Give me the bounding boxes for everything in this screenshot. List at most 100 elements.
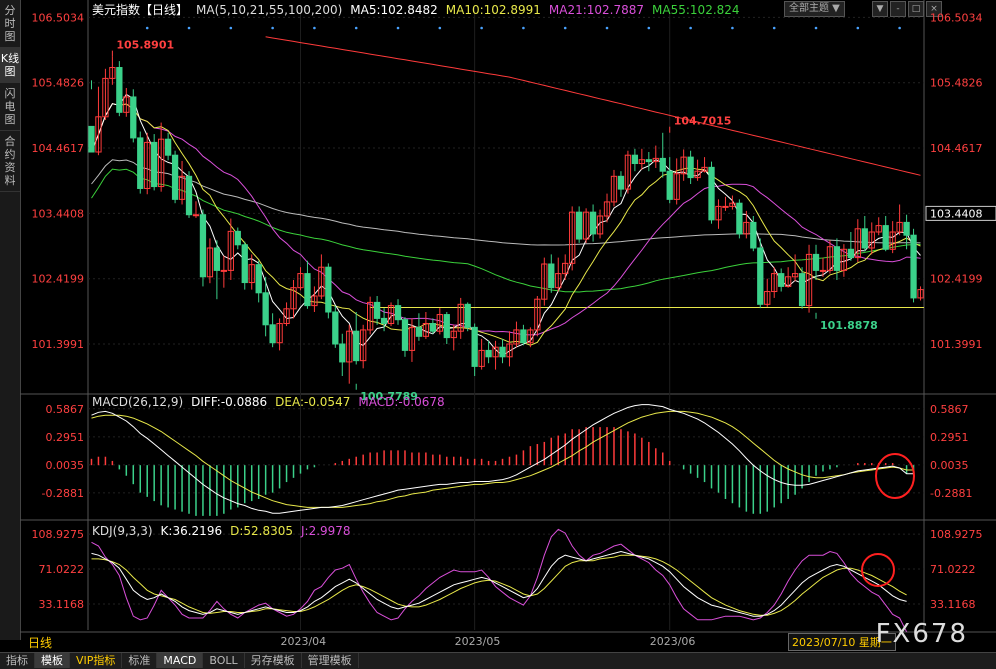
ma-value-ma55: MA55:102.824	[652, 3, 740, 17]
candle-body	[666, 170, 673, 200]
tab-indicator[interactable]: 指标	[0, 653, 35, 668]
kdj-legend-k: K:36.2196	[161, 524, 223, 538]
candle-body	[151, 141, 158, 188]
y-tick-left: 101.3991	[32, 338, 85, 351]
signal-dot	[563, 26, 567, 30]
candle-body	[199, 214, 207, 278]
candle-body	[353, 330, 360, 362]
y-tick-right: 71.0222	[930, 563, 976, 576]
candle-body	[241, 244, 248, 284]
y-tick-right: 102.4199	[930, 273, 983, 286]
candle-body	[903, 221, 910, 236]
k-line	[91, 550, 907, 617]
candle-body	[847, 248, 854, 259]
candle-body	[812, 253, 820, 271]
signal-dot	[898, 26, 901, 30]
highlight-circle	[861, 553, 895, 587]
candle-body	[750, 221, 757, 249]
y-tick-right: 108.9275	[930, 528, 983, 541]
candle-body	[778, 273, 785, 287]
signal-dot	[856, 26, 860, 30]
macd-legend-macd: MACD:-0.0678	[358, 395, 444, 409]
tab-boll[interactable]: BOLL	[203, 653, 245, 668]
signal-dot	[689, 26, 692, 30]
candle-body	[499, 346, 506, 358]
signal-dot	[229, 26, 233, 30]
current-price-label: 103.4408	[930, 207, 983, 220]
ma100-line	[91, 159, 921, 246]
signal-dot	[145, 26, 149, 30]
j-line	[91, 528, 908, 633]
tab-save-template[interactable]: 另存模板	[245, 653, 302, 668]
signal-dot	[522, 26, 525, 30]
candle-body	[708, 166, 715, 221]
y-tick-right: 0.5867	[930, 403, 969, 416]
candle-body	[171, 154, 179, 200]
y-tick-left: 0.5867	[46, 403, 85, 416]
candle-body	[339, 343, 346, 363]
tab-standard[interactable]: 标准	[122, 653, 158, 668]
y-tick-left: 104.4617	[32, 142, 85, 155]
signal-dot	[271, 26, 274, 30]
candle-body	[485, 349, 492, 358]
candle-body	[882, 225, 889, 250]
candle-body	[722, 205, 729, 208]
candle-body	[589, 211, 597, 235]
candle-body	[576, 211, 583, 240]
extreme-label: 105.8901	[116, 39, 174, 52]
candle-body	[255, 264, 262, 294]
candle-body	[631, 154, 639, 165]
y-tick-right: -0.2881	[930, 487, 972, 500]
candle-body	[269, 324, 276, 344]
signal-dot	[313, 26, 316, 30]
ma5-line	[91, 93, 921, 357]
signal-dot	[814, 26, 818, 30]
macd-legend-diff: DIFF:-0.0886	[191, 395, 267, 409]
y-tick-left: 108.9275	[32, 528, 85, 541]
y-tick-left: 102.4199	[32, 273, 85, 286]
candle-body	[220, 269, 227, 272]
signal-dot	[354, 26, 358, 30]
candle-body	[833, 246, 841, 271]
candle-body	[910, 234, 917, 299]
chart-title: 美元指数【日线】	[92, 2, 188, 17]
candle-body	[192, 214, 200, 217]
kdj-panel	[91, 528, 908, 633]
candle-body	[401, 319, 409, 351]
extreme-label: 104.7015	[674, 115, 732, 128]
candle-body	[325, 266, 332, 313]
macd-panel	[90, 404, 915, 516]
extreme-label: 101.8878	[820, 319, 878, 332]
candle-body	[819, 269, 827, 272]
signal-dot	[396, 26, 400, 30]
ma-legend: MA(5,10,21,55,100,200)	[196, 3, 342, 17]
candle-body	[861, 228, 868, 249]
candle-body	[645, 159, 652, 163]
chart-canvas[interactable]: 105.8901100.7789104.7015101.8878 106.503…	[0, 0, 996, 669]
candle-body	[736, 202, 743, 235]
y-tick-left: 106.5034	[32, 11, 85, 24]
tab-vip-indicator[interactable]: VIP指标	[70, 653, 123, 668]
tab-template[interactable]: 模板	[35, 653, 70, 668]
ma-value-ma5: MA5:102.8482	[350, 3, 438, 17]
candle-body	[757, 247, 764, 305]
tab-manage-template[interactable]: 管理模板	[302, 653, 359, 668]
candle-body	[88, 125, 95, 153]
candle-body	[234, 230, 241, 246]
y-tick-right: 101.3991	[930, 338, 983, 351]
candle-body	[137, 137, 144, 189]
candle-body	[373, 301, 381, 319]
highlight-circle	[875, 453, 915, 499]
watermark: FX678	[875, 619, 968, 649]
signal-dot	[187, 26, 191, 30]
candle-body	[464, 303, 471, 328]
y-tick-left: 0.0035	[46, 459, 85, 472]
x-tick-label: 2023/05	[455, 635, 501, 648]
timeframe-label[interactable]: 日线	[28, 634, 52, 651]
candle-body	[130, 96, 137, 139]
signal-dot	[647, 26, 651, 30]
ma10-line	[91, 103, 921, 346]
candle-body	[617, 175, 625, 190]
candle-body	[262, 292, 269, 326]
tab-macd[interactable]: MACD	[157, 653, 204, 668]
